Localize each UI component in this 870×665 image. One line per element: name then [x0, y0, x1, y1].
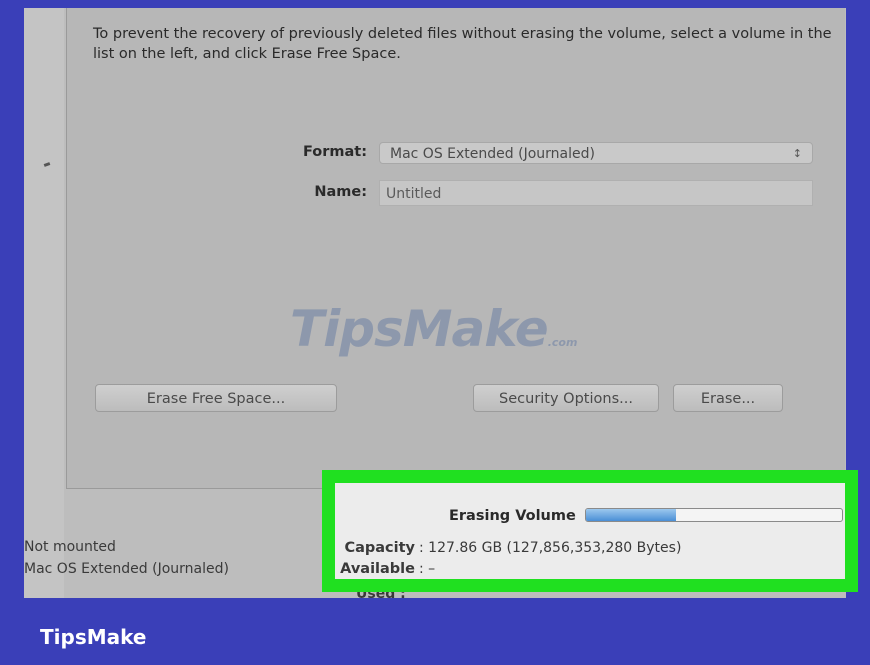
erase-instructions: To prevent the recovery of previously de…: [93, 26, 832, 62]
capacity-label: Capacity: [344, 540, 415, 556]
mount-status: Not mounted: [24, 539, 116, 555]
volume-list-sidebar[interactable]: [24, 8, 64, 598]
name-field[interactable]: Untitled: [379, 180, 813, 206]
erase-button[interactable]: Erase...: [673, 384, 783, 412]
erase-progress-bar: [585, 508, 843, 522]
disclosure-arrow-icon[interactable]: [43, 162, 51, 167]
volume-format: Mac OS Extended (Journaled): [24, 561, 229, 577]
erase-panel: To prevent the recovery of previously de…: [66, 8, 845, 489]
format-value: Mac OS Extended (Journaled): [390, 146, 595, 162]
format-label: Format:: [302, 144, 367, 160]
name-label: Name:: [314, 184, 367, 200]
tipsmake-watermark-logo: TipsMake.com: [290, 300, 578, 358]
available-label: Available: [340, 561, 415, 577]
erasing-volume-label: Erasing Volume: [449, 508, 576, 524]
security-options-button[interactable]: Security Options...: [473, 384, 659, 412]
erase-free-space-button[interactable]: Erase Free Space...: [95, 384, 337, 412]
select-arrows-icon: ↕: [792, 147, 802, 160]
capacity-value: : 127.86 GB (127,856,353,280 Bytes): [419, 540, 682, 556]
available-value: : –: [419, 561, 436, 577]
erase-progress-fill: [586, 509, 676, 521]
erase-progress-highlight: Erasing Volume Capacity : 127.86 GB (127…: [322, 470, 858, 592]
format-select[interactable]: Mac OS Extended (Journaled) ↕: [379, 142, 813, 164]
tipsmake-brand: TipsMake: [40, 625, 147, 649]
